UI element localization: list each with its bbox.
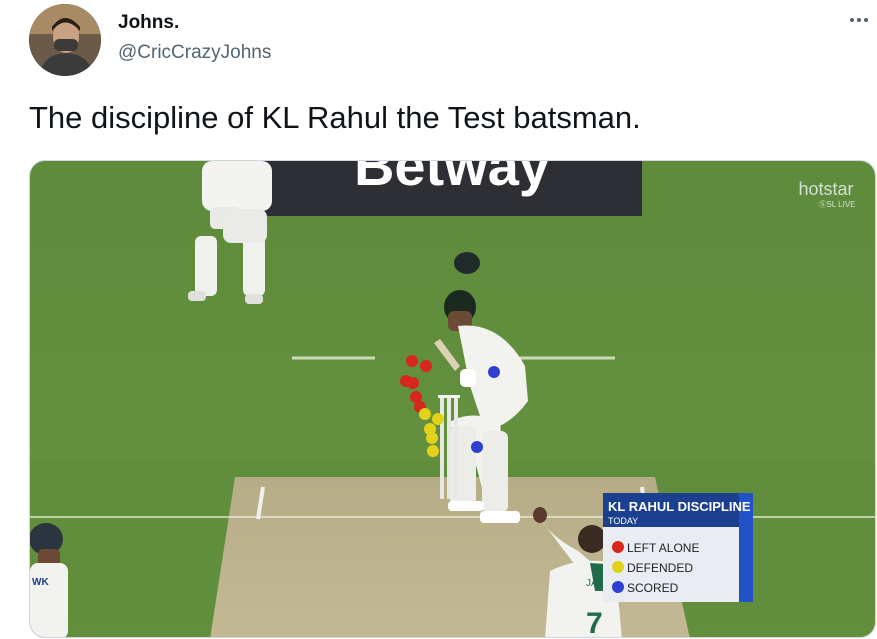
wicketkeeper: WK (30, 523, 68, 637)
broadcaster-sub: ⓈSL LIVE (818, 200, 855, 209)
graphic-title: KL RAHUL DISCIPLINE (608, 499, 751, 514)
tweet-media[interactable]: Betway hotstar ⓈSL LIVE WK JANS 7 KL RAH… (29, 160, 876, 638)
author-name[interactable]: Johns. (118, 12, 179, 34)
legend-label-scored: SCORED (627, 581, 679, 595)
graphic-subtitle: TODAY (608, 516, 638, 526)
author-handle[interactable]: @CricCrazyJohns (118, 42, 271, 64)
stumps (438, 395, 460, 499)
user-avatar-icon (29, 4, 101, 76)
discipline-graphic: KL RAHUL DISCIPLINE TODAY LEFT ALONE DEF… (603, 493, 753, 602)
broadcaster-logo: hotstar (798, 179, 853, 199)
legend-dot-defended (612, 561, 624, 573)
sponsor-board-text: Betway (354, 161, 550, 197)
more-options-button[interactable] (846, 10, 872, 30)
helmet-on-ground (454, 252, 480, 274)
avatar[interactable] (29, 4, 101, 76)
keeper-tag: WK (32, 577, 49, 588)
legend-dot-left-alone (612, 541, 624, 553)
legend-label-defended: DEFENDED (627, 561, 693, 575)
legend-dot-scored (612, 581, 624, 593)
more-horizontal-icon (850, 18, 854, 22)
tweet: Johns. @CricCrazyJohns The discipline of… (0, 0, 877, 639)
bowler-shirt-number: 7 (586, 607, 603, 638)
tweet-text: The discipline of KL Rahul the Test bats… (29, 100, 641, 135)
legend-label-left-alone: LEFT ALONE (627, 541, 699, 555)
cricket-frame: Betway hotstar ⓈSL LIVE WK JANS 7 KL RAH… (30, 161, 875, 638)
